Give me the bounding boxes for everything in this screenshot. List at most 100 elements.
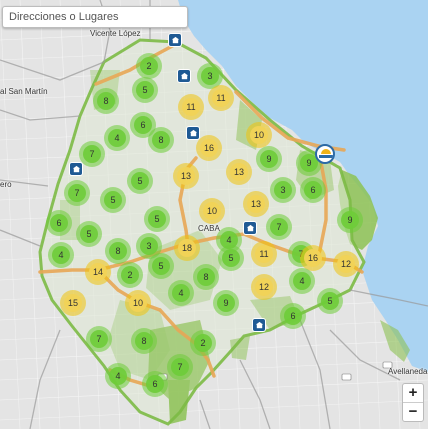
cluster-marker[interactable]: 11 (251, 241, 277, 267)
cluster-count: 4 (293, 272, 311, 290)
cluster-count: 10 (203, 202, 221, 220)
zoom-control: + − (402, 383, 424, 422)
cluster-count: 9 (260, 150, 278, 168)
cluster-count: 9 (217, 294, 235, 312)
cluster-marker[interactable]: 2 (117, 262, 143, 288)
map-view[interactable]: Vicente López al San Martín CABA Avellan… (0, 0, 428, 429)
cluster-count: 3 (201, 67, 219, 85)
cluster-count: 2 (140, 57, 158, 75)
cluster-count: 11 (182, 98, 200, 116)
place-label-san-martin: al San Martín (0, 87, 48, 96)
cluster-marker[interactable]: 5 (144, 206, 170, 232)
cluster-count: 11 (212, 89, 230, 107)
cluster-marker[interactable]: 6 (142, 371, 168, 397)
cluster-count: 7 (68, 184, 86, 202)
cluster-marker[interactable]: 5 (317, 288, 343, 314)
cluster-count: 5 (222, 249, 240, 267)
cluster-count: 16 (304, 249, 322, 267)
cluster-marker[interactable]: 5 (100, 187, 126, 213)
cluster-count: 3 (274, 181, 292, 199)
cluster-count: 2 (194, 334, 212, 352)
cluster-marker[interactable]: 5 (76, 221, 102, 247)
cluster-count: 7 (270, 218, 288, 236)
cluster-marker[interactable]: 16 (196, 135, 222, 161)
zoom-out-button[interactable]: − (403, 402, 423, 421)
cluster-count: 8 (97, 92, 115, 110)
cluster-count: 13 (177, 167, 195, 185)
cluster-marker[interactable]: 13 (173, 163, 199, 189)
location-pin-icon[interactable] (187, 127, 199, 139)
cluster-count: 4 (109, 367, 127, 385)
cluster-marker[interactable]: 5 (218, 245, 244, 271)
zoom-in-button[interactable]: + (403, 384, 423, 402)
cluster-marker[interactable]: 5 (127, 168, 153, 194)
cluster-marker[interactable]: 13 (226, 159, 252, 185)
special-place-logo-icon[interactable] (315, 144, 335, 164)
cluster-marker[interactable]: 8 (193, 264, 219, 290)
cluster-marker[interactable]: 9 (256, 146, 282, 172)
cluster-marker[interactable]: 12 (333, 251, 359, 277)
location-pin-icon[interactable] (169, 34, 181, 46)
cluster-count: 5 (321, 292, 339, 310)
cluster-count: 12 (337, 255, 355, 273)
cluster-marker[interactable]: 7 (266, 214, 292, 240)
cluster-count: 8 (197, 268, 215, 286)
cluster-marker[interactable]: 7 (167, 354, 193, 380)
location-pin-icon[interactable] (244, 222, 256, 234)
place-label-caba: CABA (198, 224, 220, 233)
cluster-marker[interactable]: 3 (270, 177, 296, 203)
cluster-marker[interactable]: 13 (243, 191, 269, 217)
cluster-marker[interactable]: 11 (178, 94, 204, 120)
cluster-marker[interactable]: 5 (132, 77, 158, 103)
cluster-marker[interactable]: 10 (125, 290, 151, 316)
cluster-count: 6 (134, 116, 152, 134)
cluster-marker[interactable]: 10 (199, 198, 225, 224)
location-pin-icon[interactable] (70, 163, 82, 175)
cluster-marker[interactable]: 10 (246, 122, 272, 148)
cluster-marker[interactable]: 2 (136, 53, 162, 79)
search-input[interactable] (2, 6, 188, 28)
cluster-marker[interactable]: 4 (104, 125, 130, 151)
place-label-vicente-lopez: Vicente López (90, 29, 141, 38)
cluster-count: 13 (230, 163, 248, 181)
cluster-marker[interactable]: 9 (213, 290, 239, 316)
cluster-count: 5 (131, 172, 149, 190)
cluster-marker[interactable]: 16 (300, 245, 326, 271)
cluster-count: 7 (90, 330, 108, 348)
cluster-count: 8 (109, 242, 127, 260)
cluster-marker[interactable]: 14 (85, 259, 111, 285)
location-pin-icon[interactable] (178, 70, 190, 82)
cluster-count: 7 (83, 145, 101, 163)
cluster-marker[interactable]: 4 (48, 242, 74, 268)
cluster-marker[interactable]: 7 (64, 180, 90, 206)
cluster-marker[interactable]: 11 (208, 85, 234, 111)
cluster-marker[interactable]: 9 (337, 207, 363, 233)
cluster-count: 18 (178, 239, 196, 257)
cluster-marker[interactable]: 6 (46, 210, 72, 236)
cluster-marker[interactable]: 6 (300, 177, 326, 203)
cluster-marker[interactable]: 8 (93, 88, 119, 114)
cluster-count: 10 (250, 126, 268, 144)
cluster-marker[interactable]: 4 (105, 363, 131, 389)
place-label-avellaneda: Avellaneda (388, 367, 428, 376)
cluster-marker[interactable]: 8 (131, 328, 157, 354)
cluster-marker[interactable]: 4 (168, 280, 194, 306)
cluster-count: 6 (50, 214, 68, 232)
cluster-marker[interactable]: 7 (86, 326, 112, 352)
cluster-marker[interactable]: 18 (174, 235, 200, 261)
cluster-marker[interactable]: 8 (105, 238, 131, 264)
cluster-count: 4 (52, 246, 70, 264)
cluster-marker[interactable]: 15 (60, 290, 86, 316)
cluster-marker[interactable]: 4 (289, 268, 315, 294)
cluster-count: 5 (104, 191, 122, 209)
cluster-marker[interactable]: 7 (79, 141, 105, 167)
cluster-marker[interactable]: 5 (148, 253, 174, 279)
cluster-marker[interactable]: 12 (251, 274, 277, 300)
cluster-count: 8 (135, 332, 153, 350)
location-pin-icon[interactable] (253, 319, 265, 331)
cluster-marker[interactable]: 6 (280, 303, 306, 329)
cluster-marker[interactable]: 8 (148, 127, 174, 153)
cluster-count: 5 (152, 257, 170, 275)
cluster-count: 4 (108, 129, 126, 147)
cluster-marker[interactable]: 2 (190, 330, 216, 356)
